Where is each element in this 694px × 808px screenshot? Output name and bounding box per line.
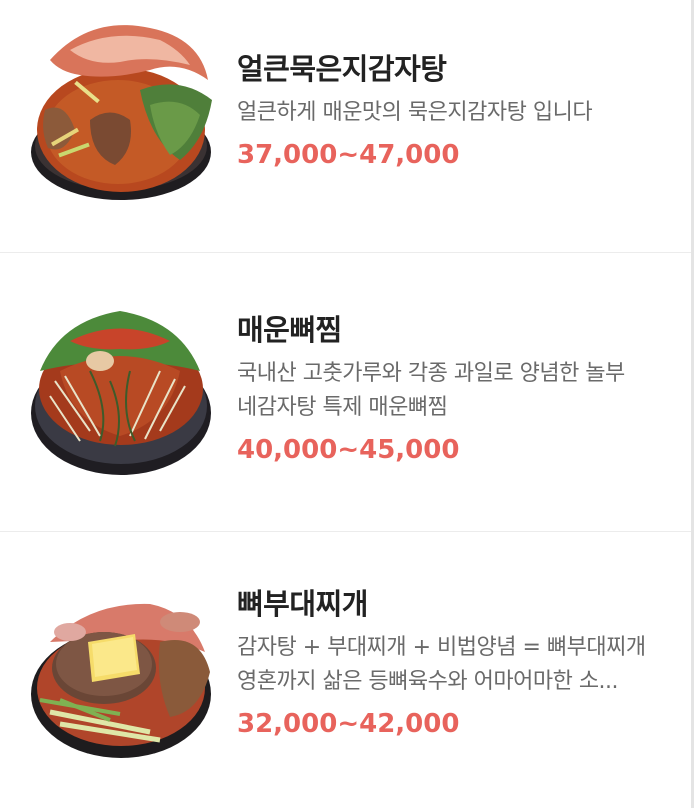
menu-item-price: 37,000~47,000 [237, 140, 460, 170]
menu-item-description: 영혼까지 삶은 등뼈육수와 어마어마한 소... [237, 669, 619, 694]
menu-item-info: 얼큰묵은지감자탕 얼큰하게 매운맛의 묵은지감자탕 입니다 37,000~47,… [237, 50, 667, 172]
menu-item-price: 32,000~42,000 [237, 709, 460, 739]
menu-item-price: 40,000~45,000 [237, 435, 460, 465]
menu-item-photo [30, 20, 212, 202]
menu-item[interactable]: 뼈부대찌개 감자탕 + 부대찌개 + 비법양념 = 뼈부대찌개 영혼까지 삶은 … [0, 532, 691, 808]
menu-item-description: 감자탕 + 부대찌개 + 비법양념 = 뼈부대찌개 [237, 635, 646, 660]
menu-item-info: 뼈부대찌개 감자탕 + 부대찌개 + 비법양념 = 뼈부대찌개 영혼까지 삶은 … [237, 585, 667, 741]
menu-item[interactable]: 매운뼈찜 국내산 고춧가루와 각종 과일로 양념한 놀부 네감자탕 특제 매운뼈… [0, 253, 691, 532]
menu-item-name: 매운뼈찜 [237, 313, 342, 347]
menu-item-name: 뼈부대찌개 [237, 587, 368, 621]
menu-page: 얼큰묵은지감자탕 얼큰하게 매운맛의 묵은지감자탕 입니다 37,000~47,… [0, 0, 694, 808]
menu-item[interactable]: 얼큰묵은지감자탕 얼큰하게 매운맛의 묵은지감자탕 입니다 37,000~47,… [0, 0, 691, 253]
menu-item-photo [30, 582, 212, 764]
menu-item-description: 얼큰하게 매운맛의 묵은지감자탕 입니다 [237, 100, 593, 125]
menu-list: 얼큰묵은지감자탕 얼큰하게 매운맛의 묵은지감자탕 입니다 37,000~47,… [0, 0, 691, 808]
menu-item-description: 네감자탕 특제 매운뼈찜 [237, 395, 448, 420]
menu-item-name: 얼큰묵은지감자탕 [237, 52, 447, 86]
menu-item-description: 국내산 고춧가루와 각종 과일로 양념한 놀부 [237, 361, 625, 386]
menu-item-info: 매운뼈찜 국내산 고춧가루와 각종 과일로 양념한 놀부 네감자탕 특제 매운뼈… [237, 311, 667, 467]
menu-item-photo [30, 301, 212, 483]
